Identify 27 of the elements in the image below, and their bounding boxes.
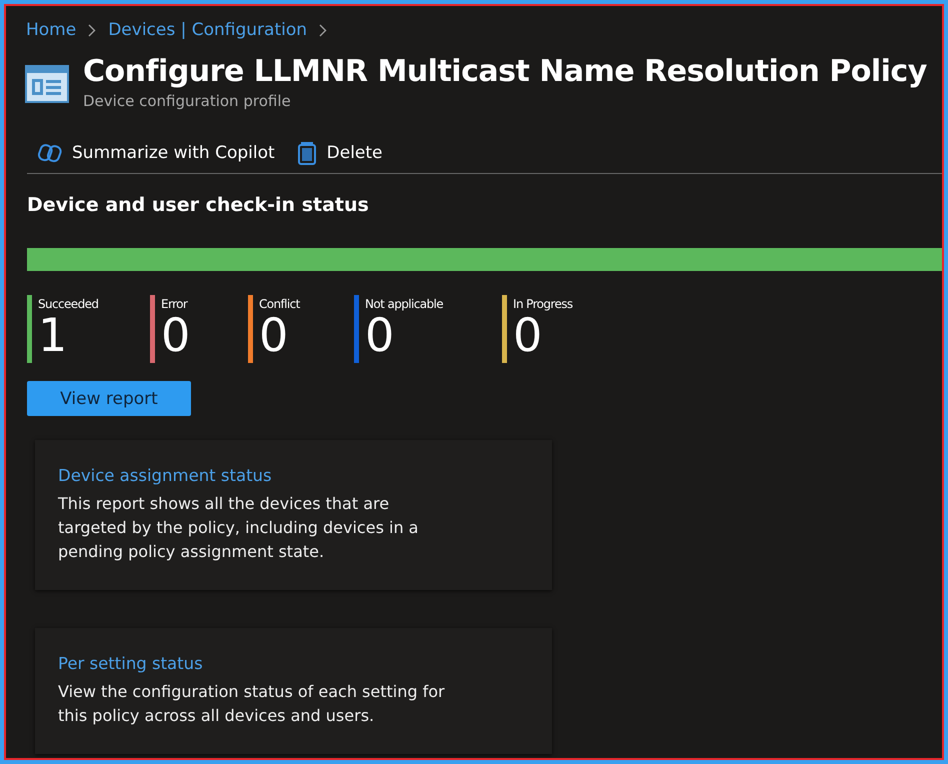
section-heading: Device and user check-in status	[27, 194, 370, 216]
status-count: 0	[259, 311, 288, 359]
page-subtitle: Device configuration profile	[83, 92, 292, 110]
card-description: This report shows all the devices that are targeted by the policy, including devices in a pending policy assignment state.	[58, 493, 420, 563]
status-label: Not applicable	[365, 297, 443, 311]
status-label: Succeeded	[38, 297, 98, 311]
card-title-link[interactable]: Device assignment status	[58, 466, 528, 485]
copilot-icon	[38, 142, 62, 164]
trash-icon	[296, 141, 317, 165]
chevron-icon	[88, 24, 96, 36]
status-label: In Progress	[513, 297, 573, 311]
view-report-button[interactable]: View report	[27, 381, 191, 416]
breadcrumb-link[interactable]: Home	[26, 20, 76, 40]
page-title: Configure LLMNR Multicast Name Resolution Policy	[83, 54, 927, 90]
breadcrumb-link[interactable]: Devices | Configuration	[108, 20, 308, 40]
card-description: View the configuration status of each setting for this policy across all devices and users.	[58, 681, 446, 727]
status-label: Conflict	[259, 297, 300, 311]
card-title-link[interactable]: Per setting status	[58, 654, 528, 673]
status-count: 1	[38, 311, 68, 359]
profile-icon	[25, 64, 69, 104]
delete-button[interactable]: Delete	[296, 138, 383, 168]
status-label: Error	[161, 297, 189, 311]
status-count: 0	[365, 311, 394, 359]
status-count: 0	[161, 311, 190, 359]
chevron-icon	[319, 24, 328, 36]
status-count: 0	[513, 311, 542, 359]
copilot-button[interactable]: Summarize with Copilot	[38, 138, 275, 168]
